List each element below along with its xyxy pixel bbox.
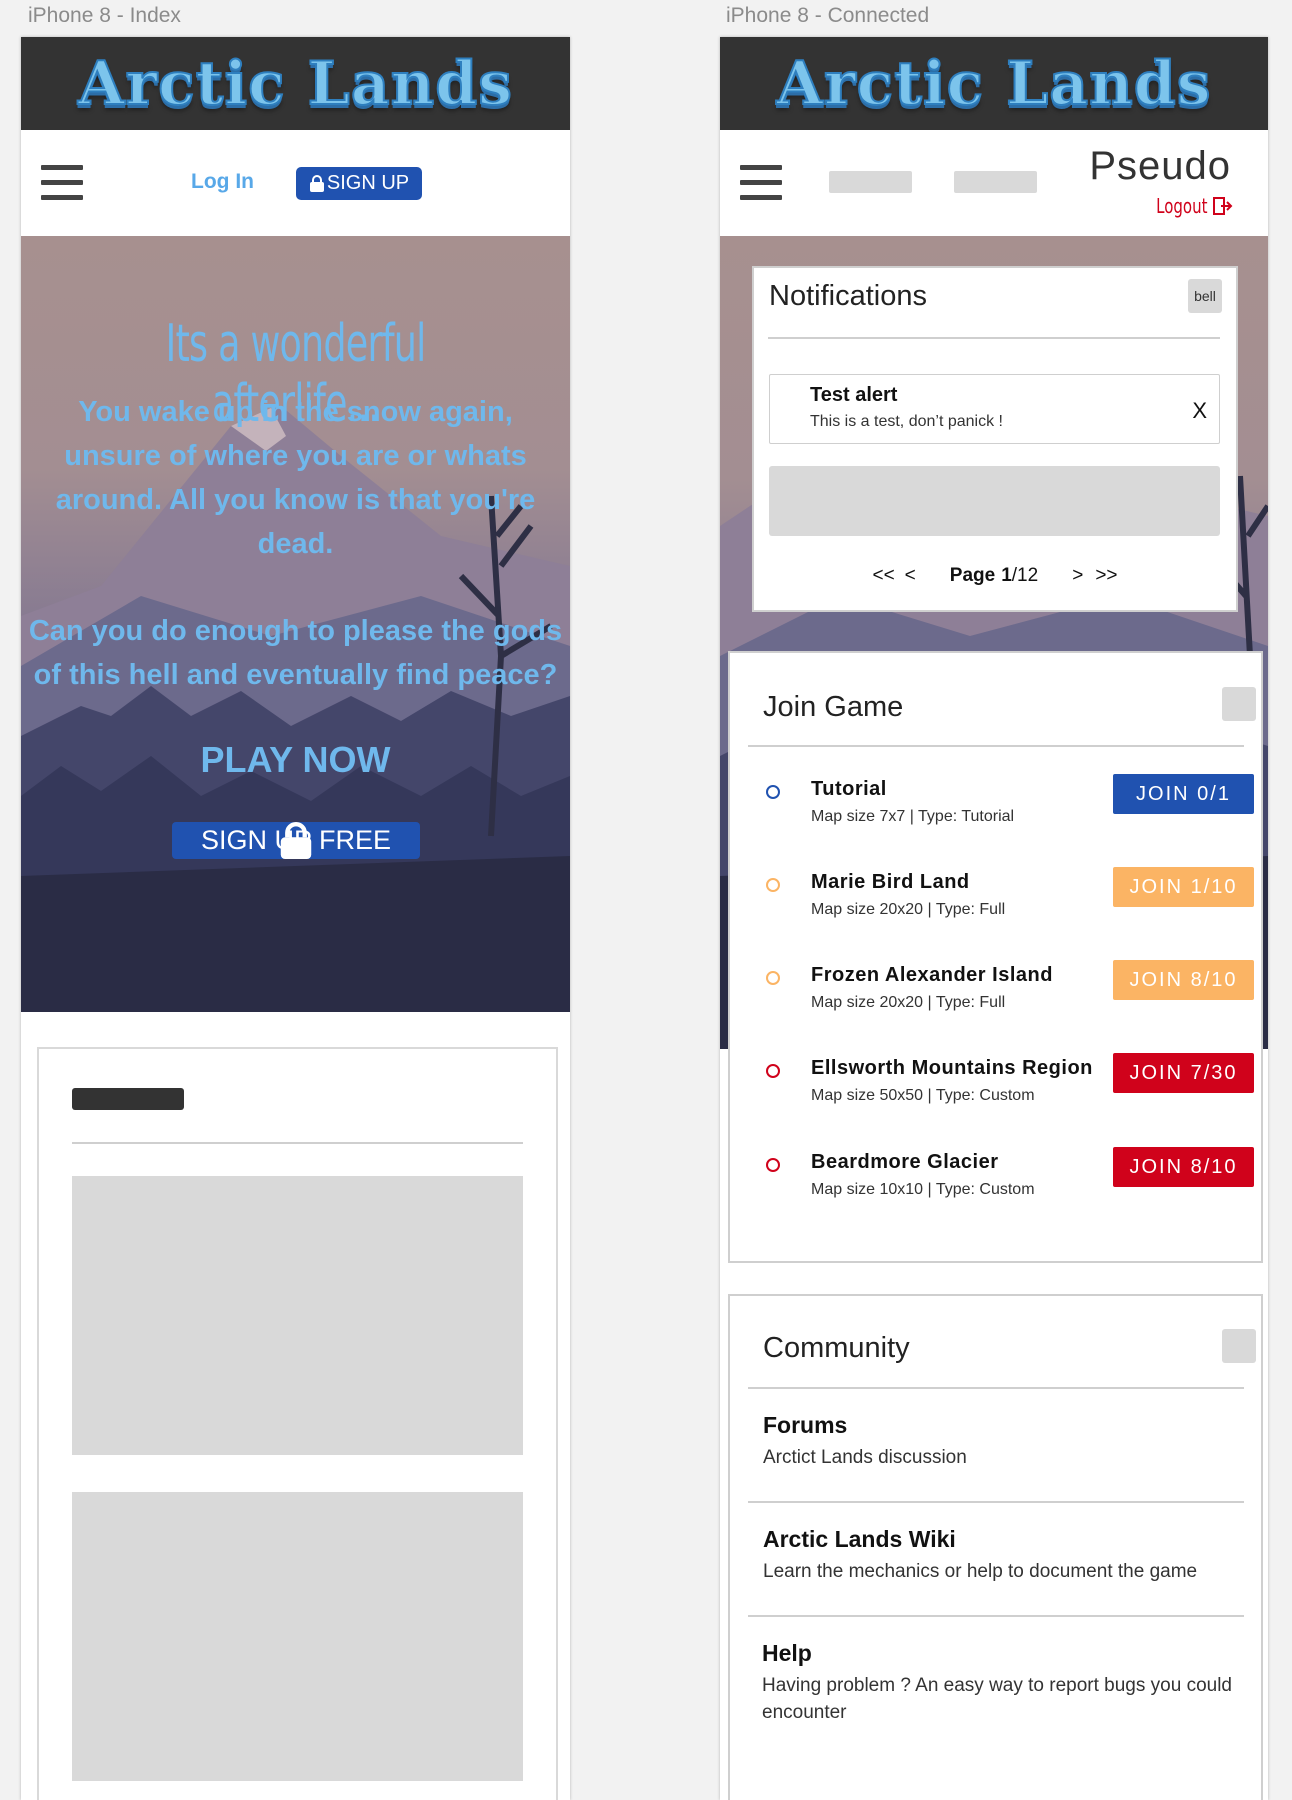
alert-title: Test alert bbox=[810, 384, 898, 406]
divider bbox=[72, 1142, 523, 1144]
game-meta: Map size 10x10 | Type: Custom bbox=[811, 1181, 1035, 1198]
join-game-placeholder-icon[interactable] bbox=[1222, 687, 1256, 721]
game-name: Ellsworth Mountains Region bbox=[811, 1057, 1093, 1079]
community-item-desc: Having problem ? An easy way to report b… bbox=[762, 1675, 1232, 1723]
placeholder-image-1 bbox=[72, 1176, 523, 1455]
page-word: Page bbox=[949, 565, 996, 586]
game-name: Frozen Alexander Island bbox=[811, 964, 1053, 986]
status-dot bbox=[766, 971, 780, 985]
community-item-desc: Arctict Lands discussion bbox=[763, 1447, 967, 1468]
game-name: Beardmore Glacier bbox=[811, 1151, 999, 1173]
current-page: 1 bbox=[1001, 565, 1012, 586]
community-item-title: Help bbox=[762, 1640, 812, 1666]
last-page-button[interactable]: >> bbox=[1095, 565, 1117, 587]
signup-button[interactable]: SIGN UP bbox=[296, 167, 422, 200]
notifications-title: Notifications bbox=[769, 280, 927, 312]
index-screen: Arctic Lands Log In SIGN UP Its a wonder… bbox=[21, 37, 570, 1800]
alert-item[interactable]: Test alert This is a test, don’t panick … bbox=[769, 374, 1220, 444]
alert-text: This is a test, don’t panick ! bbox=[810, 413, 1003, 430]
divider bbox=[748, 1387, 1244, 1389]
game-name: Marie Bird Land bbox=[811, 871, 970, 893]
hero-paragraph-1: You wake up in the snow again, unsure of… bbox=[55, 396, 536, 560]
game-row[interactable]: Marie Bird Land Map size 20x20 | Type: F… bbox=[730, 867, 1261, 948]
game-meta: Map size 7x7 | Type: Tutorial bbox=[811, 808, 1015, 825]
bell-icon[interactable]: bell bbox=[1188, 279, 1222, 313]
play-now-button[interactable]: PLAY NOW bbox=[21, 739, 570, 781]
first-page-button[interactable]: << bbox=[872, 565, 894, 587]
total-pages: /12 bbox=[1011, 565, 1039, 586]
close-icon[interactable]: X bbox=[1192, 398, 1207, 424]
username: Pseudo bbox=[1089, 144, 1231, 188]
divider bbox=[768, 337, 1220, 339]
game-meta: Map size 50x50 | Type: Custom bbox=[811, 1087, 1035, 1104]
artboard-label-index: iPhone 8 - Index bbox=[28, 4, 181, 27]
artboard-label-connected: iPhone 8 - Connected bbox=[726, 4, 930, 27]
divider bbox=[748, 1615, 1244, 1617]
join-game-card: Join Game Tutorial Map size 7x7 | Type: … bbox=[728, 651, 1263, 1263]
lock-icon bbox=[309, 175, 324, 192]
game-row[interactable]: Beardmore Glacier Map size 10x10 | Type:… bbox=[730, 1147, 1261, 1228]
community-item-desc: Learn the mechanics or help to document … bbox=[763, 1561, 1198, 1582]
divider bbox=[748, 745, 1244, 747]
community-title: Community bbox=[763, 1332, 910, 1364]
notification-placeholder bbox=[769, 466, 1220, 536]
logo-bar: Arctic Lands bbox=[21, 37, 570, 130]
game-row[interactable]: Ellsworth Mountains Region Map size 50x5… bbox=[730, 1053, 1261, 1134]
game-meta: Map size 20x20 | Type: Full bbox=[811, 901, 1006, 918]
status-dot bbox=[766, 878, 780, 892]
logo[interactable]: Arctic Lands bbox=[775, 48, 1211, 120]
top-nav: Log In SIGN UP bbox=[21, 130, 570, 236]
community-card: Community Forums Arctict Lands discussio… bbox=[728, 1294, 1263, 1800]
placeholder-card bbox=[37, 1047, 558, 1800]
game-row[interactable]: Tutorial Map size 7x7 | Type: Tutorial J… bbox=[730, 774, 1261, 855]
hero-paragraph-2: Can you do enough to please the gods of … bbox=[28, 615, 563, 691]
pagination: << < Page 1 /12 > >> bbox=[754, 565, 1236, 587]
signup-free-button[interactable]: SIGN UP FREE bbox=[172, 822, 420, 859]
status-dot bbox=[766, 785, 780, 799]
prev-page-button[interactable]: < bbox=[905, 565, 916, 587]
placeholder-title-bar bbox=[72, 1088, 184, 1110]
next-page-button[interactable]: > bbox=[1072, 565, 1083, 587]
nav-placeholder-1[interactable] bbox=[829, 171, 912, 193]
login-link[interactable]: Log In bbox=[191, 170, 254, 194]
signup-button-label: SIGN UP bbox=[326, 172, 410, 194]
game-meta: Map size 20x20 | Type: Full bbox=[811, 994, 1006, 1011]
join-button[interactable]: JOIN 1/10 bbox=[1113, 867, 1254, 907]
game-name: Tutorial bbox=[811, 778, 887, 800]
community-item-title: Arctic Lands Wiki bbox=[763, 1526, 956, 1552]
notifications-card: Notifications bell Test alert This is a … bbox=[752, 266, 1238, 612]
game-row[interactable]: Frozen Alexander Island Map size 20x20 |… bbox=[730, 960, 1261, 1041]
hamburger-menu-icon[interactable] bbox=[740, 165, 782, 201]
logout-link[interactable]: Logout bbox=[1139, 194, 1233, 218]
community-placeholder-icon[interactable] bbox=[1222, 1329, 1256, 1363]
community-item-title: Forums bbox=[763, 1412, 848, 1438]
nav-placeholder-2[interactable] bbox=[954, 171, 1037, 193]
join-game-title: Join Game bbox=[763, 691, 904, 723]
placeholder-image-2 bbox=[72, 1492, 523, 1781]
top-nav: Pseudo Logout bbox=[720, 130, 1268, 236]
lock-icon bbox=[280, 822, 312, 859]
community-item-wiki[interactable]: Arctic Lands Wiki Learn the mechanics or… bbox=[730, 1516, 1261, 1616]
join-button[interactable]: JOIN 0/1 bbox=[1113, 774, 1254, 814]
hamburger-menu-icon[interactable] bbox=[41, 165, 83, 201]
join-button[interactable]: JOIN 8/10 bbox=[1113, 1147, 1254, 1187]
connected-screen: Arctic Lands Pseudo Logout Notifications… bbox=[720, 37, 1268, 1800]
status-dot bbox=[766, 1158, 780, 1172]
community-item-help[interactable]: Help Having problem ? An easy way to rep… bbox=[730, 1630, 1261, 1770]
logo[interactable]: Arctic Lands bbox=[77, 48, 513, 120]
hero-banner: Its a wonderful afterlife... You wake up… bbox=[21, 236, 570, 1012]
logo-bar: Arctic Lands bbox=[720, 37, 1268, 130]
join-button[interactable]: JOIN 8/10 bbox=[1113, 960, 1254, 1000]
status-dot bbox=[766, 1064, 780, 1078]
logout-label: Logout bbox=[1155, 194, 1207, 218]
divider bbox=[748, 1501, 1244, 1503]
logout-icon bbox=[1213, 197, 1233, 215]
community-item-forums[interactable]: Forums Arctict Lands discussion bbox=[730, 1402, 1261, 1502]
join-button[interactable]: JOIN 7/30 bbox=[1113, 1053, 1254, 1093]
